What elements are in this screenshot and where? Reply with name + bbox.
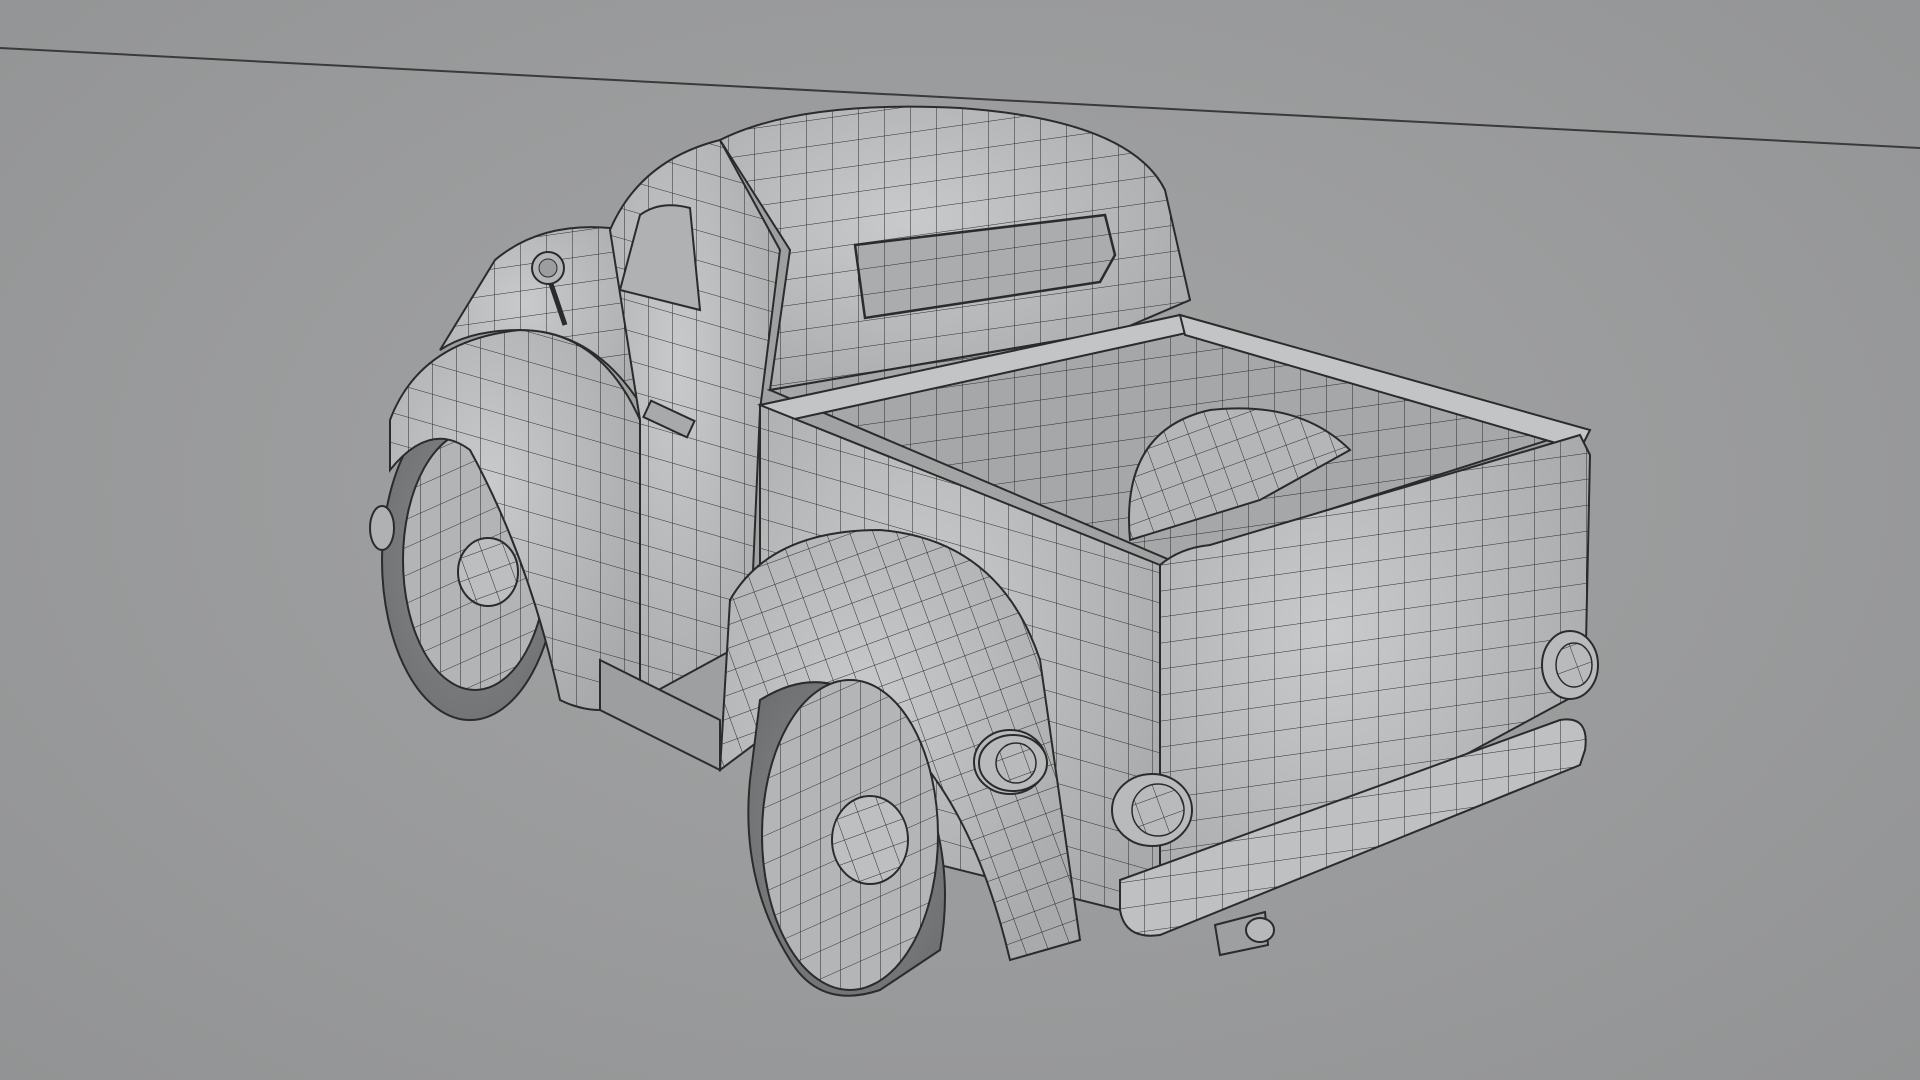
tow-hitch	[1213, 910, 1275, 957]
pickup-truck-mesh[interactable]	[369, 105, 1599, 997]
3d-viewport[interactable]	[0, 0, 1920, 1080]
scene-canvas[interactable]	[0, 0, 1920, 1080]
tail-light-center	[1111, 773, 1193, 847]
tail-light-right	[1541, 630, 1599, 700]
front-bumper-stub	[369, 505, 395, 551]
fender-marker-light	[978, 734, 1048, 792]
